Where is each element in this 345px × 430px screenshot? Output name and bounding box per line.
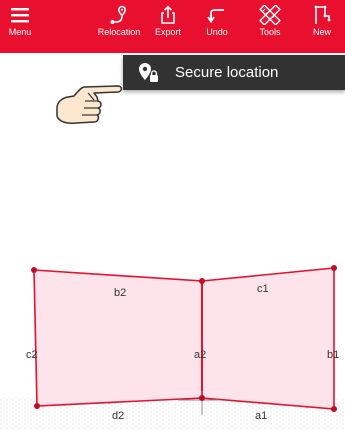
undo-button[interactable]: Undo xyxy=(202,0,232,53)
tools-label: Tools xyxy=(259,27,281,37)
floor-plan-canvas[interactable]: b2 c1 c2 a2 b1 d2 a1 xyxy=(0,255,345,430)
corner-point[interactable] xyxy=(34,403,40,409)
label-b2: b2 xyxy=(114,287,126,299)
secure-location-label: Secure location xyxy=(175,64,279,81)
undo-arrow-icon xyxy=(207,9,224,24)
relocation-button[interactable]: Relocation xyxy=(96,0,142,53)
label-b1: b1 xyxy=(327,349,339,361)
secure-location-menu-item[interactable]: Secure location xyxy=(123,55,345,90)
top-toolbar: Menu Relocation Export Undo Tools New xyxy=(0,0,345,53)
label-c1: c1 xyxy=(257,283,269,295)
ruler-pencil-tools-icon xyxy=(259,5,281,25)
hamburger-menu-icon xyxy=(11,8,29,23)
label-d2: d2 xyxy=(112,410,124,422)
corner-point[interactable] xyxy=(31,267,37,273)
menu-label: Menu xyxy=(8,27,32,37)
new-drawing-icon xyxy=(314,5,331,24)
menu-button[interactable]: Menu xyxy=(6,0,34,53)
relocation-label: Relocation xyxy=(97,27,141,37)
corner-point[interactable] xyxy=(331,406,337,412)
location-pin-lock-icon xyxy=(136,61,160,85)
label-a1: a1 xyxy=(255,410,267,422)
label-c2: c2 xyxy=(26,349,38,361)
corner-point[interactable] xyxy=(199,278,205,284)
corner-point[interactable] xyxy=(199,395,205,401)
export-button[interactable]: Export xyxy=(150,0,186,53)
corner-point[interactable] xyxy=(331,265,337,271)
tools-button[interactable]: Tools xyxy=(254,0,286,53)
export-label: Export xyxy=(154,27,181,37)
new-button[interactable]: New xyxy=(308,0,336,53)
undo-label: Undo xyxy=(206,27,228,37)
relocation-pin-path-icon xyxy=(110,5,127,24)
export-share-icon xyxy=(161,5,175,24)
pointing-hand-icon xyxy=(52,78,124,130)
new-label: New xyxy=(312,27,331,37)
label-a2: a2 xyxy=(194,349,206,361)
